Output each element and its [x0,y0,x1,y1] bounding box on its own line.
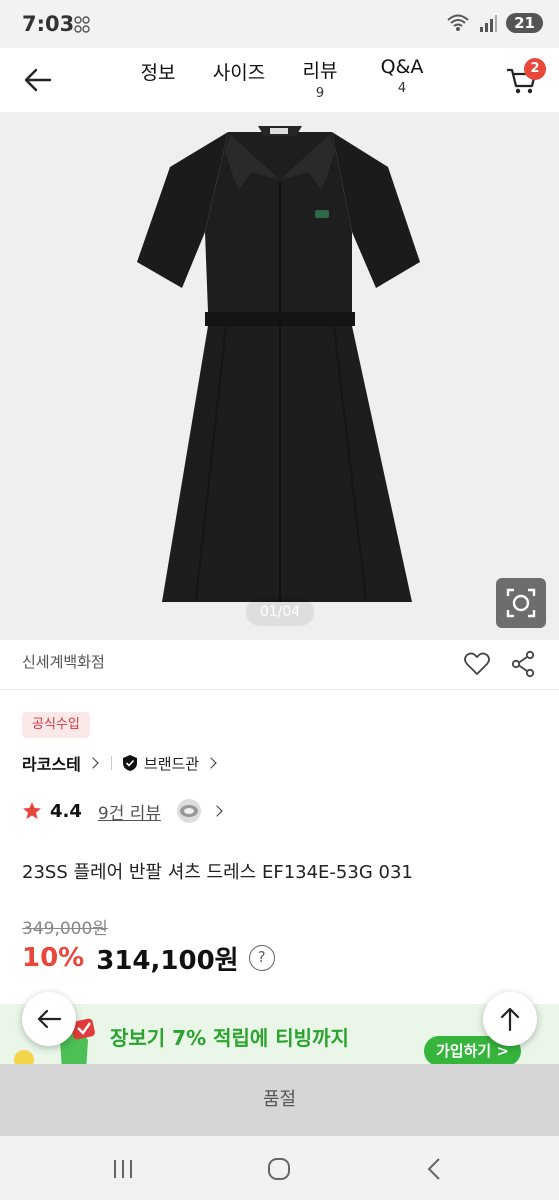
home-icon[interactable] [264,1154,294,1184]
official-import-badge: 공식수입 [22,712,90,738]
image-search-button[interactable] [496,578,546,628]
camera-lens-icon [506,588,536,618]
qna-tab-count: 4 [397,81,407,96]
sale-price: 314,100원 [96,945,239,976]
status-bar: 7:03 21 [0,0,559,48]
original-price: 349,000원 [22,919,108,939]
cart-count-badge: 2 [524,58,546,80]
chevron-right-icon [205,757,217,769]
status-icons: 21 [446,13,543,33]
brand-row: 라코스테 브랜드관 [22,751,217,775]
price-row: 10% 314,100원 ? [22,940,275,976]
arrow-up-icon [500,1007,520,1032]
price-help-icon[interactable]: ? [248,945,275,971]
wifi-icon [447,14,469,31]
promo-banner[interactable]: 장보기 7% 적립에 티빙까지 가입하기 > [0,1004,559,1066]
star-icon [23,802,41,819]
review-thumbnail[interactable] [177,799,202,823]
store-row: 신세계백화점 [0,640,559,690]
arrow-left-icon [37,1009,62,1029]
review-tab-count: 9 [315,86,325,101]
review-photo-icon [180,805,199,817]
screen: 7:03 21 정보 사이즈 리뷰 9 Q&A 4 2 01/04 신세계백화점… [0,0,559,1200]
discount-rate: 10% [22,943,85,973]
signal-icon [480,15,498,32]
product-header: 정보 사이즈 리뷰 9 Q&A 4 2 [0,48,559,112]
floating-back-button[interactable] [22,992,76,1046]
tab-size[interactable]: 사이즈 [210,58,268,85]
shield-check-icon [122,755,137,771]
chevron-right-icon [211,805,223,817]
app-grid-icon [74,16,90,33]
rating-row: 4.4 9건 리뷰 [22,798,223,824]
tab-review[interactable]: 리뷰 9 [300,56,340,101]
share-icon[interactable] [510,650,536,678]
review-count-link[interactable]: 9건 리뷰 [98,799,161,824]
product-title: 23SS 플레어 반팔 셔츠 드레스 EF134E-53G 031 [22,862,413,883]
product-image-gallery[interactable]: 01/04 [0,112,559,640]
recent-apps-icon[interactable] [108,1154,138,1184]
soldout-button[interactable]: 품절 [0,1064,559,1136]
heart-icon[interactable] [463,650,491,678]
tab-qna[interactable]: Q&A 4 [378,56,426,96]
store-name: 신세계백화점 [22,653,105,671]
divider [110,756,112,770]
tab-info[interactable]: 정보 [138,58,178,85]
back-arrow-icon[interactable] [20,62,56,98]
gallery-page-indicator: 01/04 [246,598,314,626]
dress-photo [137,126,420,602]
system-back-icon[interactable] [420,1154,450,1184]
brand-link[interactable]: 라코스테 [22,751,81,775]
brand-hall-link[interactable]: 브랜드관 [144,753,199,774]
battery-level: 21 [506,13,543,33]
status-time: 7:03 [22,12,75,36]
chevron-right-icon [87,757,99,769]
system-navigation-bar [0,1136,559,1200]
promo-headline: 장보기 7% 적립에 티빙까지 [110,1026,349,1050]
rating-score: 4.4 [50,800,82,822]
scroll-to-top-button[interactable] [483,992,537,1046]
